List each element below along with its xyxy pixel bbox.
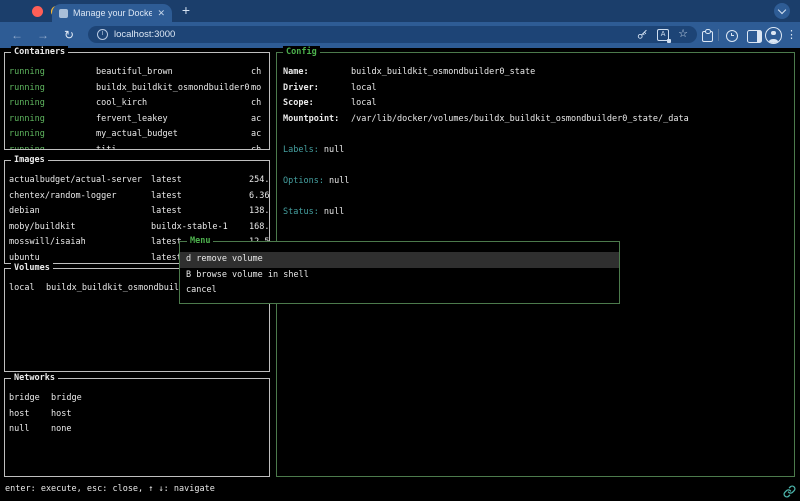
profile-avatar[interactable] bbox=[765, 27, 782, 44]
image-row[interactable]: chentex/random-logger latest 6.36MB bbox=[5, 189, 269, 205]
image-row[interactable]: actualbudget/actual-server latest 254.96 bbox=[5, 173, 269, 189]
browser-toolbar: ← → ↻ i localhost:3000 A ☆ ⋮ bbox=[0, 22, 800, 48]
password-key-icon[interactable] bbox=[637, 29, 648, 40]
menu-item-browse-volume[interactable]: B browse volume in shell bbox=[180, 268, 619, 284]
status-bar: enter: execute, esc: close, ↑ ↓: navigat… bbox=[5, 482, 215, 497]
extensions-icon[interactable] bbox=[702, 31, 713, 42]
config-panel-title: Config bbox=[283, 46, 320, 59]
tab-close-icon[interactable]: ✕ bbox=[157, 8, 165, 19]
images-panel-title: Images bbox=[11, 154, 48, 167]
tab-search-button[interactable] bbox=[774, 3, 790, 19]
tab-favicon bbox=[59, 9, 68, 18]
config-extra-options: Options:null bbox=[283, 174, 794, 190]
networks-panel-title: Networks bbox=[11, 372, 58, 385]
config-field: Mountpoint: /var/lib/docker/volumes/buil… bbox=[283, 112, 794, 128]
config-field: Scope: local bbox=[283, 96, 794, 112]
forward-button[interactable]: → bbox=[34, 22, 52, 48]
container-row[interactable]: running buildx_buildkit_osmondbuilder0 m… bbox=[5, 81, 269, 97]
config-extra-labels: Labels:null bbox=[283, 143, 794, 159]
menu-popup-title: Menu bbox=[187, 235, 213, 248]
bookmark-star-icon[interactable]: ☆ bbox=[678, 29, 688, 40]
network-row[interactable]: null none bbox=[5, 422, 269, 438]
url-text: localhost:3000 bbox=[114, 29, 631, 40]
image-row[interactable]: debian latest 138.84 bbox=[5, 204, 269, 220]
network-row[interactable]: host host bbox=[5, 407, 269, 423]
clock-icon[interactable] bbox=[726, 30, 738, 42]
container-row[interactable]: running titi ch bbox=[5, 143, 269, 149]
containers-panel-title: Containers bbox=[11, 46, 68, 59]
browser-menu-icon[interactable]: ⋮ bbox=[786, 22, 797, 48]
tab-title: Manage your Docker fleet w bbox=[73, 8, 152, 18]
config-field: Name: buildx_buildkit_osmondbuilder0_sta… bbox=[283, 65, 794, 81]
new-tab-button[interactable]: + bbox=[176, 0, 196, 22]
container-row[interactable]: running my_actual_budget ac bbox=[5, 127, 269, 143]
translate-icon[interactable]: A bbox=[657, 29, 669, 41]
reload-button[interactable]: ↻ bbox=[60, 22, 78, 48]
close-window-button[interactable] bbox=[32, 6, 43, 17]
config-extra-status: Status:null bbox=[283, 205, 794, 221]
terminal-app: Containers running beautiful_brown ch ru… bbox=[0, 48, 800, 501]
site-info-icon[interactable]: i bbox=[97, 29, 108, 40]
networks-panel: Networks bridge bridge host host null no… bbox=[4, 378, 270, 477]
volumes-panel-title: Volumes bbox=[11, 262, 53, 275]
network-row[interactable]: bridge bridge bbox=[5, 391, 269, 407]
browser-tab[interactable]: Manage your Docker fleet w ✕ bbox=[52, 4, 172, 22]
container-row[interactable]: running fervent_leakey ac bbox=[5, 112, 269, 128]
chevron-down-icon bbox=[778, 6, 786, 14]
menu-popup: Menu d remove volume B browse volume in … bbox=[179, 241, 620, 304]
menu-item-remove-volume[interactable]: d remove volume bbox=[180, 252, 619, 268]
container-row[interactable]: running beautiful_brown ch bbox=[5, 65, 269, 81]
image-row[interactable]: moby/buildkit buildx-stable-1 168.13 bbox=[5, 220, 269, 236]
address-bar[interactable]: i localhost:3000 A ☆ bbox=[88, 26, 697, 43]
config-field: Driver: local bbox=[283, 81, 794, 97]
tab-strip: Manage your Docker fleet w ✕ + bbox=[0, 0, 800, 22]
back-button[interactable]: ← bbox=[8, 22, 26, 48]
toolbar-divider bbox=[718, 29, 719, 41]
containers-panel: Containers running beautiful_brown ch ru… bbox=[4, 52, 270, 150]
sidebar-panel-icon[interactable] bbox=[747, 30, 762, 43]
container-row[interactable]: running cool_kirch ch bbox=[5, 96, 269, 112]
link-icon bbox=[783, 485, 796, 498]
menu-item-cancel[interactable]: cancel bbox=[180, 283, 619, 299]
